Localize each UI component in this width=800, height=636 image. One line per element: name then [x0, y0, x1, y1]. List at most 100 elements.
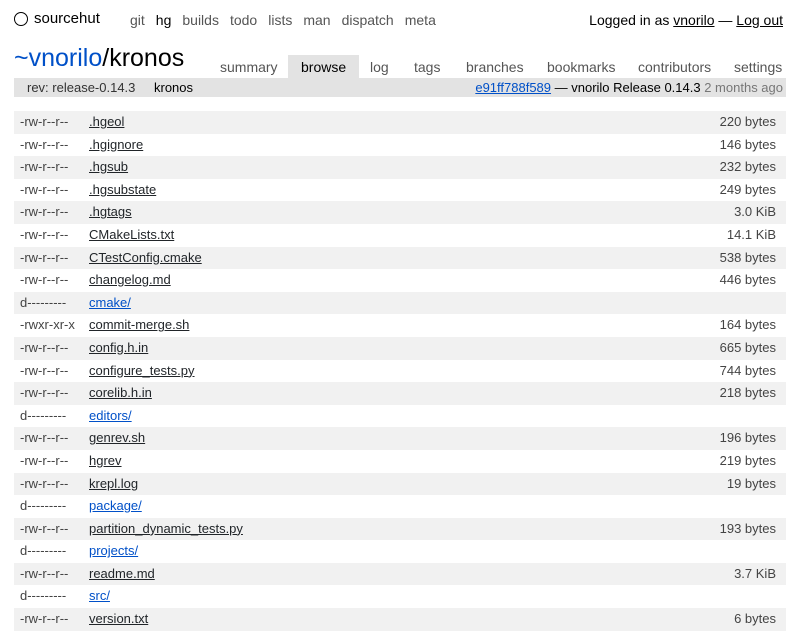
- table-row: -rw-r--r-- krepl.log 19 bytes: [14, 472, 786, 496]
- file-link[interactable]: version.txt: [89, 608, 148, 631]
- file-link[interactable]: .hgeol: [89, 111, 124, 134]
- file-link[interactable]: .hgtags: [89, 201, 132, 224]
- file-size: 219 bytes: [719, 452, 776, 468]
- file-link[interactable]: corelib.h.in: [89, 382, 152, 405]
- nav-link-todo[interactable]: todo: [230, 12, 257, 28]
- tab-contributors[interactable]: contributors: [638, 55, 711, 78]
- file-size: 665 bytes: [719, 339, 776, 355]
- table-row: d--------- editors/: [14, 405, 786, 428]
- file-mode: -rw-r--r--: [20, 565, 69, 581]
- file-link[interactable]: .hgignore: [89, 134, 143, 157]
- file-mode: -rw-r--r--: [20, 452, 69, 468]
- commit-hash-link[interactable]: e91ff788f589: [475, 80, 551, 95]
- file-mode: -rw-r--r--: [20, 249, 69, 265]
- file-mode: -rw-r--r--: [20, 272, 69, 288]
- directory-link[interactable]: package/: [89, 495, 142, 518]
- directory-link[interactable]: cmake/: [89, 292, 131, 315]
- table-row: -rw-r--r-- CMakeLists.txt 14.1 KiB: [14, 224, 786, 247]
- file-mode: -rw-r--r--: [20, 226, 69, 242]
- logout-link[interactable]: Log out: [736, 12, 783, 28]
- tab-settings[interactable]: settings: [734, 55, 782, 78]
- rev-name: kronos: [154, 80, 194, 95]
- file-mode: -rw-r--r--: [20, 385, 69, 401]
- file-size: 220 bytes: [719, 114, 776, 129]
- nav-link-man[interactable]: man: [303, 12, 330, 28]
- table-row: -rw-r--r-- corelib.h.in 218 bytes: [14, 382, 786, 405]
- nav-link-meta[interactable]: meta: [405, 12, 436, 28]
- file-mode: -rw-r--r--: [20, 611, 69, 627]
- username-link[interactable]: vnorilo: [673, 12, 714, 28]
- file-link[interactable]: hgrev: [89, 450, 122, 473]
- file-mode: -rw-r--r--: [20, 159, 69, 175]
- file-link[interactable]: changelog.md: [89, 269, 171, 292]
- table-row: -rw-r--r-- .hgsub 232 bytes: [14, 156, 786, 179]
- service-nav: git hg builds todo lists man dispatch me…: [130, 12, 447, 28]
- file-link[interactable]: partition_dynamic_tests.py: [89, 518, 243, 541]
- file-mode: -rw-r--r--: [20, 204, 69, 220]
- file-size: 14.1 KiB: [726, 226, 776, 242]
- file-link[interactable]: configure_tests.py: [89, 360, 195, 383]
- file-link[interactable]: .hgsub: [89, 156, 128, 179]
- file-link[interactable]: CTestConfig.cmake: [89, 247, 202, 270]
- file-mode: -rw-r--r--: [20, 475, 69, 491]
- table-row: -rw-r--r-- changelog.md 446 bytes: [14, 269, 786, 292]
- file-mode: d---------: [20, 407, 67, 423]
- file-mode: -rw-r--r--: [20, 430, 69, 446]
- tab-tags[interactable]: tags: [414, 55, 440, 78]
- table-row: -rwxr-xr-x commit-merge.sh 164 bytes: [14, 314, 786, 337]
- table-row: -rw-r--r-- configure_tests.py 744 bytes: [14, 360, 786, 383]
- file-link[interactable]: .hgsubstate: [89, 179, 156, 202]
- nav-link-git[interactable]: git: [130, 12, 145, 28]
- rev-commit-info: e91ff788f589 — vnorilo Release 0.14.3 2 …: [475, 78, 783, 97]
- login-prefix: Logged in as: [589, 12, 670, 28]
- table-row: d--------- package/: [14, 495, 786, 518]
- file-size: 744 bytes: [719, 362, 776, 378]
- file-size: 164 bytes: [719, 317, 776, 333]
- directory-link[interactable]: projects/: [89, 540, 138, 563]
- file-link[interactable]: krepl.log: [89, 473, 138, 496]
- table-row: -rw-r--r-- .hgeol 220 bytes: [14, 111, 786, 134]
- tab-log[interactable]: log: [370, 55, 389, 78]
- file-link[interactable]: readme.md: [89, 563, 155, 586]
- file-mode: -rw-r--r--: [20, 114, 69, 129]
- nav-link-hg[interactable]: hg: [156, 12, 172, 28]
- table-row: -rw-r--r-- .hgsubstate 249 bytes: [14, 179, 786, 202]
- sourcehut-logo[interactable]: sourcehut: [14, 10, 100, 27]
- table-row: -rw-r--r-- CTestConfig.cmake 538 bytes: [14, 246, 786, 270]
- nav-link-dispatch[interactable]: dispatch: [342, 12, 394, 28]
- rev-label: rev: release-0.14.3: [27, 80, 136, 95]
- file-mode: -rw-r--r--: [20, 520, 69, 536]
- file-mode: d---------: [20, 543, 67, 559]
- brand-name: sourcehut: [34, 10, 100, 27]
- tab-summary[interactable]: summary: [220, 55, 278, 78]
- repo-tabs: summary browse log tags branches bookmar…: [0, 55, 800, 78]
- file-size: 196 bytes: [719, 430, 776, 446]
- file-mode: d---------: [20, 588, 67, 604]
- table-row: -rw-r--r-- readme.md 3.7 KiB: [14, 562, 786, 586]
- file-link[interactable]: config.h.in: [89, 337, 148, 360]
- file-mode: d---------: [20, 498, 67, 514]
- file-link[interactable]: genrev.sh: [89, 427, 145, 450]
- file-mode: -rwxr-xr-x: [20, 317, 75, 333]
- tab-bookmarks[interactable]: bookmarks: [547, 55, 615, 78]
- file-mode: -rw-r--r--: [20, 136, 69, 152]
- file-size: 146 bytes: [719, 136, 776, 152]
- file-mode: -rw-r--r--: [20, 362, 69, 378]
- table-row: -rw-r--r-- partition_dynamic_tests.py 193 …: [14, 517, 786, 541]
- tab-browse[interactable]: browse: [288, 55, 360, 78]
- sourcehut-circle-icon: [14, 11, 28, 26]
- table-row: d--------- projects/: [14, 540, 786, 563]
- file-size: 538 bytes: [719, 249, 776, 265]
- file-link[interactable]: CMakeLists.txt: [89, 224, 174, 247]
- tab-branches[interactable]: branches: [466, 55, 524, 78]
- directory-link[interactable]: src/: [89, 585, 110, 608]
- file-size: 218 bytes: [719, 385, 776, 401]
- login-status: Logged in as vnorilo — Log out: [589, 12, 783, 28]
- nav-link-builds[interactable]: builds: [182, 12, 219, 28]
- file-size: 3.7 KiB: [734, 565, 776, 581]
- directory-link[interactable]: editors/: [89, 405, 132, 428]
- nav-link-lists[interactable]: lists: [268, 12, 292, 28]
- commit-message: — vnorilo Release 0.14.3: [551, 80, 705, 95]
- file-size: 3.0 KiB: [734, 204, 776, 220]
- file-link[interactable]: commit-merge.sh: [89, 314, 189, 337]
